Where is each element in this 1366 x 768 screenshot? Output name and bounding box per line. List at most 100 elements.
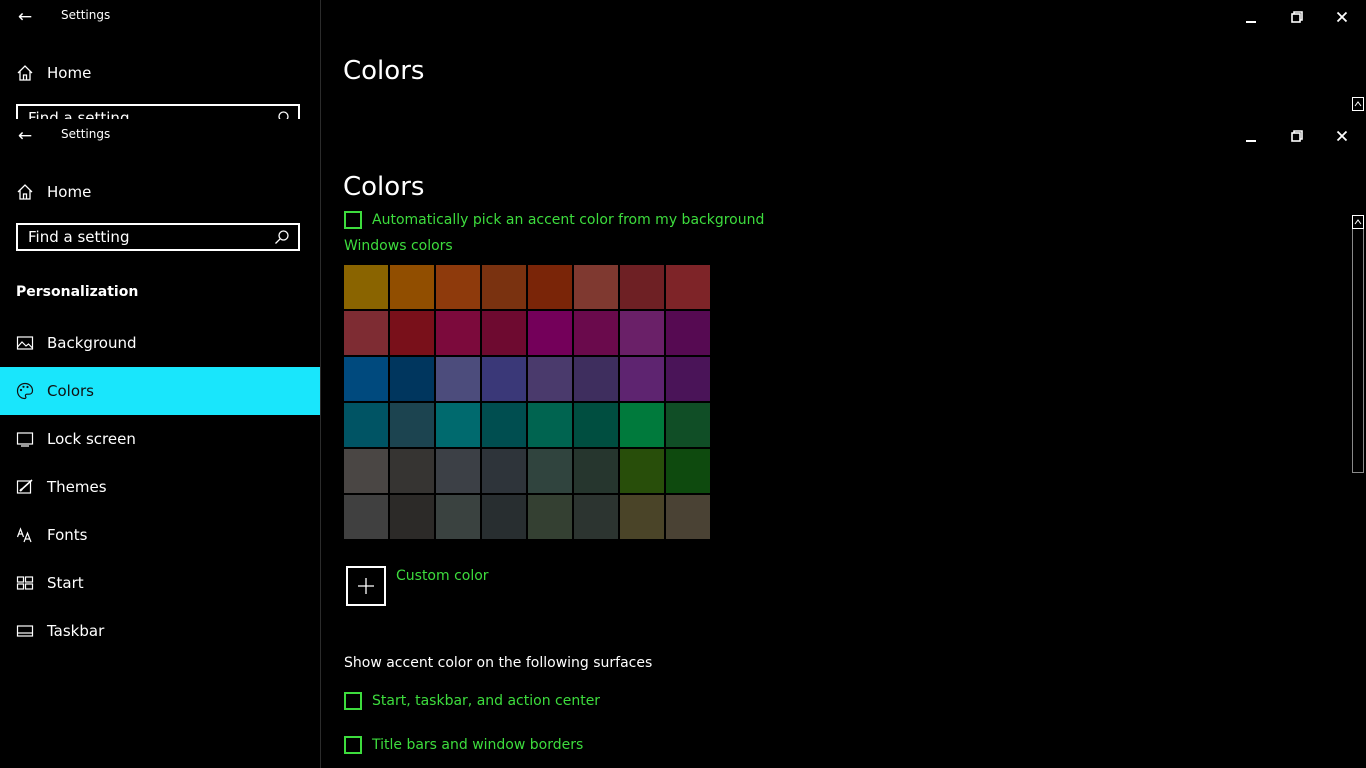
surface-option-title-bars[interactable]: Title bars and window borders: [344, 735, 583, 755]
close-button[interactable]: [1327, 121, 1357, 151]
color-swatch[interactable]: [528, 357, 572, 401]
color-swatch[interactable]: [620, 495, 664, 539]
color-swatch[interactable]: [436, 265, 480, 309]
color-swatch[interactable]: [666, 265, 710, 309]
nav-item-start[interactable]: Start: [0, 559, 320, 607]
scroll-up-arrow-icon[interactable]: [1352, 97, 1364, 111]
color-swatch[interactable]: [574, 357, 618, 401]
minimize-button[interactable]: [1236, 2, 1266, 32]
color-swatch[interactable]: [528, 403, 572, 447]
color-swatch[interactable]: [666, 357, 710, 401]
color-swatch[interactable]: [528, 495, 572, 539]
nav-label: Background: [47, 334, 137, 352]
color-swatch[interactable]: [344, 449, 388, 493]
color-swatch[interactable]: [436, 311, 480, 355]
color-swatch[interactable]: [344, 357, 388, 401]
color-swatch[interactable]: [436, 495, 480, 539]
sidebar: ← Settings Home Find a setting: [0, 0, 321, 119]
nav-item-fonts[interactable]: Fonts: [0, 511, 320, 559]
nav-item-colors[interactable]: Colors: [0, 367, 320, 415]
minimize-button[interactable]: [1236, 121, 1266, 151]
sidebar: ← Settings Home Find a setting Personali…: [0, 119, 321, 768]
nav-item-lock-screen[interactable]: Lock screen: [0, 415, 320, 463]
nav-label: Lock screen: [47, 430, 136, 448]
color-swatch[interactable]: [620, 449, 664, 493]
nav-item-background[interactable]: Background: [0, 319, 320, 367]
fonts-icon: [16, 527, 32, 543]
color-swatch[interactable]: [390, 311, 434, 355]
custom-color-label[interactable]: Custom color: [396, 568, 489, 584]
nav-item-taskbar[interactable]: Taskbar: [0, 607, 320, 655]
windows-colors-label: Windows colors: [344, 238, 453, 254]
home-label: Home: [47, 183, 92, 201]
color-swatch[interactable]: [666, 449, 710, 493]
scroll-up-arrow-icon[interactable]: [1352, 215, 1364, 229]
home-nav[interactable]: Home: [16, 60, 91, 86]
back-arrow-icon[interactable]: ←: [14, 6, 36, 28]
color-swatch[interactable]: [528, 265, 572, 309]
color-swatch[interactable]: [574, 403, 618, 447]
color-swatch[interactable]: [574, 265, 618, 309]
search-placeholder: Find a setting: [28, 109, 130, 119]
plus-icon: [358, 578, 374, 594]
color-swatch[interactable]: [390, 449, 434, 493]
color-swatch[interactable]: [390, 357, 434, 401]
color-swatch[interactable]: [344, 265, 388, 309]
color-swatch[interactable]: [436, 357, 480, 401]
color-swatch[interactable]: [620, 403, 664, 447]
color-swatch[interactable]: [620, 357, 664, 401]
start-icon: [16, 576, 34, 590]
home-label: Home: [47, 64, 92, 82]
nav-label: Colors: [47, 382, 94, 400]
color-swatch[interactable]: [666, 403, 710, 447]
color-swatch[interactable]: [482, 403, 526, 447]
color-swatch[interactable]: [620, 311, 664, 355]
color-swatch[interactable]: [482, 357, 526, 401]
color-swatch[interactable]: [436, 403, 480, 447]
restore-button[interactable]: [1282, 2, 1312, 32]
color-swatch[interactable]: [666, 495, 710, 539]
search-box[interactable]: Find a setting: [16, 223, 300, 251]
search-box[interactable]: Find a setting: [16, 104, 300, 119]
color-swatch[interactable]: [344, 403, 388, 447]
color-swatch[interactable]: [528, 311, 572, 355]
app-title: Settings: [61, 127, 111, 141]
color-swatch[interactable]: [574, 311, 618, 355]
close-button[interactable]: [1327, 2, 1357, 32]
content-pane: Colors: [321, 0, 1366, 119]
color-swatch[interactable]: [436, 449, 480, 493]
color-swatch[interactable]: [574, 449, 618, 493]
color-swatch[interactable]: [528, 449, 572, 493]
color-swatch[interactable]: [390, 265, 434, 309]
color-swatch[interactable]: [344, 495, 388, 539]
color-swatch[interactable]: [482, 449, 526, 493]
color-swatch[interactable]: [344, 311, 388, 355]
color-swatch[interactable]: [390, 403, 434, 447]
custom-color-button[interactable]: [346, 566, 386, 606]
home-nav[interactable]: Home: [16, 179, 91, 205]
surface-checkbox[interactable]: [344, 692, 362, 710]
themes-icon: [16, 479, 33, 494]
nav-item-themes[interactable]: Themes: [0, 463, 320, 511]
surface-checkbox[interactable]: [344, 736, 362, 754]
home-icon: [17, 65, 33, 81]
lock-screen-icon: [16, 432, 34, 447]
search-placeholder: Find a setting: [28, 228, 130, 246]
color-swatch[interactable]: [482, 265, 526, 309]
restore-button[interactable]: [1282, 121, 1312, 151]
color-swatch[interactable]: [666, 311, 710, 355]
home-icon: [17, 184, 33, 200]
scrollbar-thumb[interactable]: [1352, 229, 1364, 473]
settings-window-background: ← Settings Home Find a setting Colors: [0, 0, 1366, 119]
auto-accent-checkbox[interactable]: [344, 211, 362, 229]
color-swatch[interactable]: [390, 495, 434, 539]
auto-accent-label: Automatically pick an accent color from …: [372, 212, 765, 228]
auto-accent-checkbox-row[interactable]: Automatically pick an accent color from …: [344, 210, 764, 230]
color-swatch[interactable]: [482, 495, 526, 539]
search-icon: [278, 111, 289, 119]
color-swatch[interactable]: [574, 495, 618, 539]
surface-option-start-taskbar[interactable]: Start, taskbar, and action center: [344, 691, 600, 711]
color-swatch[interactable]: [482, 311, 526, 355]
color-swatch[interactable]: [620, 265, 664, 309]
back-arrow-icon[interactable]: ←: [14, 125, 36, 147]
